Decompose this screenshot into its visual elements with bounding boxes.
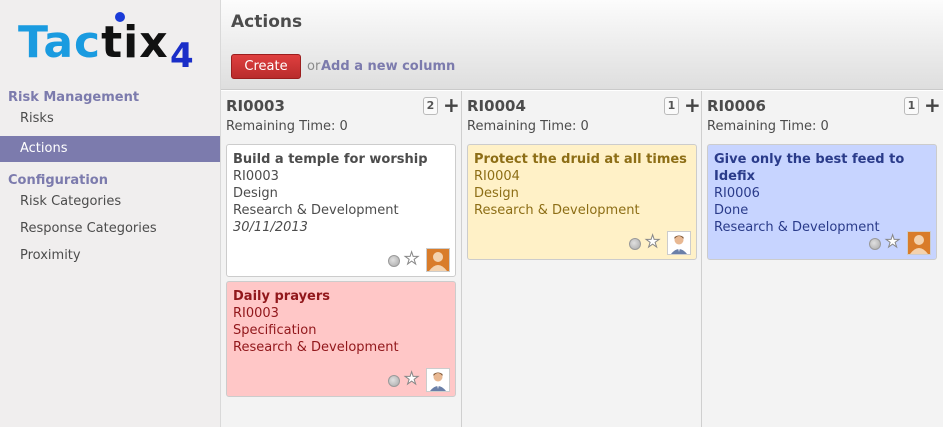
kanban-card[interactable]: Protect the druid at all times RI0004 De… <box>467 144 697 260</box>
card-department: Research & Development <box>233 203 399 218</box>
priority-dot-icon[interactable] <box>629 238 641 250</box>
kanban-card[interactable]: Give only the best feed to Idefix RI0006… <box>707 144 937 260</box>
star-icon[interactable]: ★ <box>403 249 419 270</box>
column-title: RI0003 <box>226 97 285 115</box>
card-ref: RI0004 <box>474 169 520 184</box>
card-stage: Done <box>714 203 749 218</box>
card-stage: Design <box>233 186 278 201</box>
avatar-icon <box>426 248 450 272</box>
avatar-icon <box>426 368 450 392</box>
kanban-board: RI0003 2 + Remaining Time: 0 Build a tem… <box>221 91 943 427</box>
kanban-column: RI0004 1 + Remaining Time: 0 Protect the… <box>461 91 701 427</box>
card-ref: RI0003 <box>233 306 279 321</box>
star-icon[interactable]: ★ <box>403 369 419 390</box>
column-remaining-time: Remaining Time: 0 <box>707 119 829 134</box>
section-risk-management: Risk Management <box>8 90 140 105</box>
column-add-button[interactable]: + <box>924 93 941 117</box>
logo-text-part-2: tix <box>101 17 169 68</box>
card-title[interactable]: Give only the best feed to Idefix <box>714 151 930 185</box>
card-title[interactable]: Daily prayers <box>233 288 449 305</box>
sidebar-item-actions[interactable]: Actions <box>0 136 220 162</box>
column-remaining-time: Remaining Time: 0 <box>467 119 589 134</box>
sidebar-item-risk-categories[interactable]: Risk Categories <box>0 189 220 215</box>
or-label: or <box>307 59 321 74</box>
column-count-badge[interactable]: 1 <box>904 97 919 115</box>
priority-dot-icon[interactable] <box>388 375 400 387</box>
column-remaining-time: Remaining Time: 0 <box>226 119 348 134</box>
card-department: Research & Development <box>233 340 399 355</box>
page-header: Actions Create or Add a new column <box>221 0 943 90</box>
star-icon[interactable]: ★ <box>644 232 660 253</box>
sidebar-item-risks[interactable]: Risks <box>0 106 220 132</box>
card-title[interactable]: Build a temple for worship <box>233 151 449 168</box>
kanban-column: RI0006 1 + Remaining Time: 0 Give only t… <box>701 91 941 427</box>
card-date: 30/11/2013 <box>233 220 308 235</box>
logo-dot <box>115 12 125 22</box>
section-configuration: Configuration <box>8 173 108 188</box>
priority-dot-icon[interactable] <box>388 255 400 267</box>
column-count-badge[interactable]: 1 <box>664 97 679 115</box>
star-icon[interactable]: ★ <box>884 232 900 253</box>
column-count-badge[interactable]: 2 <box>423 97 438 115</box>
avatar-icon <box>907 231 931 255</box>
card-stage: Specification <box>233 323 317 338</box>
create-button[interactable]: Create <box>231 54 301 79</box>
kanban-card[interactable]: Daily prayers RI0003 Specification Resea… <box>226 281 456 397</box>
sidebar: Tactix 4 Risk Management Risks Actions C… <box>0 0 221 427</box>
card-ref: RI0003 <box>233 169 279 184</box>
sidebar-item-proximity[interactable]: Proximity <box>0 243 220 269</box>
column-title: RI0004 <box>467 97 526 115</box>
avatar-icon <box>667 231 691 255</box>
card-title[interactable]: Protect the druid at all times <box>474 151 690 168</box>
add-column-link[interactable]: Add a new column <box>321 59 455 74</box>
column-add-button[interactable]: + <box>443 93 460 117</box>
sidebar-item-response-categories[interactable]: Response Categories <box>0 216 220 242</box>
priority-dot-icon[interactable] <box>869 238 881 250</box>
column-title: RI0006 <box>707 97 766 115</box>
page-title: Actions <box>231 12 303 32</box>
logo: Tactix 4 <box>18 12 208 78</box>
card-ref: RI0006 <box>714 186 760 201</box>
card-department: Research & Development <box>474 203 640 218</box>
kanban-card[interactable]: Build a temple for worship RI0003 Design… <box>226 144 456 277</box>
kanban-column: RI0003 2 + Remaining Time: 0 Build a tem… <box>221 91 461 427</box>
logo-text-part-1: Tac <box>18 17 102 68</box>
card-stage: Design <box>474 186 519 201</box>
logo-text-part-3: 4 <box>170 36 194 76</box>
column-add-button[interactable]: + <box>684 93 701 117</box>
